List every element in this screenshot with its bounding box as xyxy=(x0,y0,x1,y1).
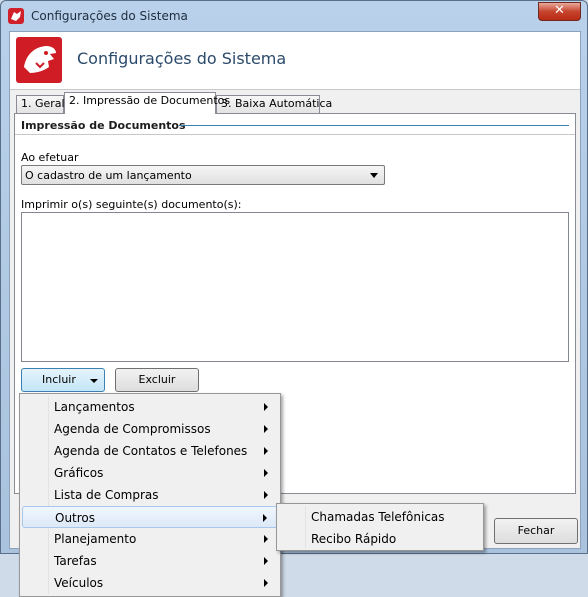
fechar-button[interactable]: Fechar xyxy=(494,518,578,544)
menu-item-label: Lançamentos xyxy=(54,400,135,414)
tab-impressao-documentos[interactable]: 2. Impressão de Documentos xyxy=(64,92,230,114)
chevron-right-icon xyxy=(264,579,268,587)
excluir-button[interactable]: Excluir xyxy=(115,368,199,392)
chevron-right-icon xyxy=(264,491,268,499)
chevron-right-icon xyxy=(264,557,268,565)
group-separator xyxy=(15,134,575,135)
chevron-right-icon xyxy=(264,447,268,455)
tab-baixa-automatica[interactable]: 3. Baixa Automática xyxy=(216,95,332,113)
menu-item-lista-compras[interactable]: Lista de Compras xyxy=(22,484,278,506)
chevron-right-icon xyxy=(264,403,268,411)
menu-item-label: Chamadas Telefônicas xyxy=(311,510,445,524)
chevron-right-icon xyxy=(264,469,268,477)
incluir-label: Incluir xyxy=(42,373,76,386)
documents-list[interactable] xyxy=(21,212,569,362)
app-logo-icon xyxy=(16,37,62,83)
ao-efetuar-value: O cadastro de um lançamento xyxy=(25,169,192,182)
ao-efetuar-label: Ao efetuar xyxy=(21,151,79,164)
chevron-right-icon xyxy=(264,535,268,543)
menu-item-label: Gráficos xyxy=(54,466,104,480)
menu-item-chamadas-telefonicas[interactable]: Chamadas Telefônicas xyxy=(279,506,481,528)
incluir-button[interactable]: Incluir xyxy=(21,368,105,392)
menu-item-label: Outros xyxy=(55,511,96,525)
chevron-right-icon xyxy=(263,514,267,522)
menu-item-label: Veículos xyxy=(54,576,104,590)
tab-geral[interactable]: 1. Geral xyxy=(16,95,65,113)
group-title: Impressão de Documentos xyxy=(21,119,186,132)
chevron-right-icon xyxy=(264,425,268,433)
title-bar: Configurações do Sistema ✕ xyxy=(1,1,587,31)
menu-item-outros[interactable]: Outros xyxy=(22,506,278,528)
menu-item-label: Agenda de Compromissos xyxy=(54,422,211,436)
menu-item-agenda-compromissos[interactable]: Agenda de Compromissos xyxy=(22,418,278,440)
menu-item-veiculos[interactable]: Veículos xyxy=(22,572,278,594)
chevron-down-icon xyxy=(370,173,378,178)
page-title: Configurações do Sistema xyxy=(77,49,287,68)
app-logo-icon xyxy=(8,8,24,24)
header-banner: Configurações do Sistema xyxy=(10,32,580,90)
close-button[interactable]: ✕ xyxy=(538,2,581,21)
menu-item-label: Agenda de Contatos e Telefones xyxy=(54,444,248,458)
menu-item-label: Tarefas xyxy=(54,554,97,568)
menu-item-graficos[interactable]: Gráficos xyxy=(22,462,278,484)
imprimir-label: Imprimir o(s) seguinte(s) documento(s): xyxy=(21,198,242,211)
menu-item-planejamento[interactable]: Planejamento xyxy=(22,528,278,550)
outros-submenu: Chamadas Telefônicas Recibo Rápido xyxy=(276,503,484,551)
group-divider xyxy=(179,125,569,126)
menu-item-label: Lista de Compras xyxy=(54,488,159,502)
menu-item-recibo-rapido[interactable]: Recibo Rápido xyxy=(279,528,481,550)
menu-item-lancamentos[interactable]: Lançamentos xyxy=(22,396,278,418)
chevron-down-icon xyxy=(90,379,98,383)
window-title: Configurações do Sistema xyxy=(31,9,188,23)
menu-item-label: Recibo Rápido xyxy=(311,532,397,546)
menu-item-label: Planejamento xyxy=(54,532,137,546)
incluir-dropdown-menu: Lançamentos Agenda de Compromissos Agend… xyxy=(19,393,281,597)
ao-efetuar-select[interactable]: O cadastro de um lançamento xyxy=(21,165,385,185)
menu-item-tarefas[interactable]: Tarefas xyxy=(22,550,278,572)
menu-item-agenda-contatos[interactable]: Agenda de Contatos e Telefones xyxy=(22,440,278,462)
